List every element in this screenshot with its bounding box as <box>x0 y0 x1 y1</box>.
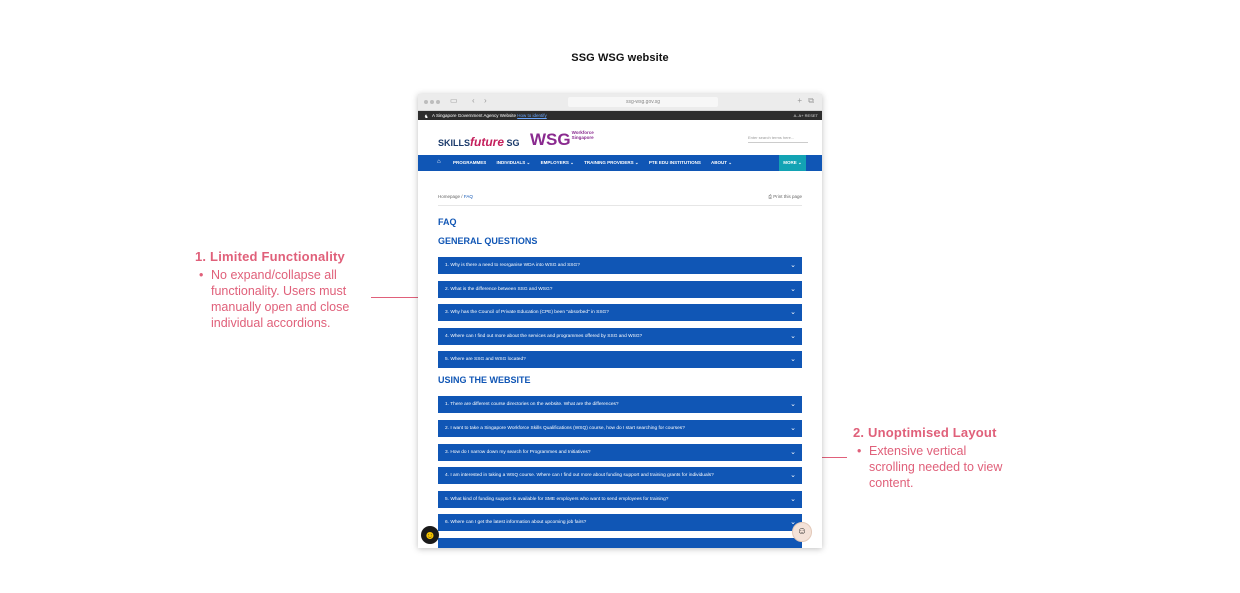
nav-item-about[interactable]: ABOUT ⌄ <box>711 160 732 165</box>
chevron-down-icon: ⌄ <box>790 356 796 364</box>
browser-chrome: ▭ ‹ › ssg-wsg.gov.sg + ⧉ <box>418 94 822 111</box>
accordion-item[interactable]: 5. Where are SSG and WSG located? ⌄ <box>438 351 802 369</box>
annotation-unoptimised-layout: 2. Unoptimised Layout Extensive vertical… <box>853 425 1003 491</box>
home-icon[interactable]: ⌂ <box>437 159 441 165</box>
breadcrumb-home[interactable]: Homepage <box>438 194 460 199</box>
accordion-item[interactable]: 5. What kind of funding support is avail… <box>438 490 802 508</box>
sidebar-icon[interactable]: ▭ <box>450 96 458 105</box>
chevron-down-icon: ⌄ <box>790 495 796 503</box>
new-tab-icon[interactable]: + <box>797 96 802 105</box>
accordion-item[interactable]: 1. There are different course directorie… <box>438 396 802 414</box>
address-bar[interactable]: ssg-wsg.gov.sg <box>568 97 718 107</box>
chevron-down-icon: ⌄ <box>790 285 796 293</box>
browser-window: ▭ ‹ › ssg-wsg.gov.sg + ⧉ ♞ A Singapore G… <box>418 94 822 548</box>
faq-heading: FAQ <box>438 217 457 227</box>
accordion-item[interactable]: 4. Where can I find out more about the s… <box>438 327 802 345</box>
chevron-down-icon: ⌄ <box>790 472 796 480</box>
chevron-down-icon: ⌄ <box>790 401 796 409</box>
annotation-heading: 1. Limited Functionality <box>195 249 345 264</box>
nav-item-pte-edu[interactable]: PTE EDU INSTITUTIONS <box>649 160 701 165</box>
faq-content: Homepage / FAQ ⎙ Print this page FAQ GEN… <box>438 194 802 548</box>
section-heading: GENERAL QUESTIONS <box>438 236 538 246</box>
window-close-dot[interactable] <box>424 100 428 104</box>
chevron-down-icon: ⌄ <box>790 448 796 456</box>
search-input[interactable]: Enter search terms here... <box>748 134 808 143</box>
annotation-limited-functionality: 1. Limited Functionality No expand/colla… <box>195 249 370 331</box>
chevron-down-icon: ⌄ <box>790 424 796 432</box>
nav-item-training-providers[interactable]: TRAINING PROVIDERS ⌄ <box>584 160 639 165</box>
accordion-item[interactable]: 4. I am interested in taking a WSQ cours… <box>438 467 802 485</box>
page-title: SSG WSG website <box>571 52 669 64</box>
font-size-tools[interactable]: A- A+ RESET <box>794 111 818 120</box>
how-to-identify-link[interactable]: How to identify <box>517 113 547 118</box>
tabs-icon[interactable]: ⧉ <box>808 96 814 106</box>
annotation-connector <box>371 297 419 298</box>
accordion-item[interactable] <box>438 537 802 548</box>
annotation-bullet: No expand/collapse all functionality. Us… <box>199 267 370 331</box>
forward-icon[interactable]: › <box>484 96 487 105</box>
window-minimize-dot[interactable] <box>430 100 434 104</box>
chevron-down-icon: ⌄ <box>790 332 796 340</box>
accordion-item[interactable]: 2. What is the difference between SSG an… <box>438 280 802 298</box>
printer-icon: ⎙ <box>768 194 772 199</box>
nav-item-programmes[interactable]: PROGRAMMES <box>453 160 486 165</box>
accordion-item[interactable]: 3. How do I narrow down my search for Pr… <box>438 443 802 461</box>
main-nav: ⌂ PROGRAMMES INDIVIDUALS ⌄ EMPLOYERS ⌄ T… <box>418 155 822 171</box>
chatbot-icon[interactable]: ☻ <box>421 526 439 544</box>
wsg-logo[interactable]: WSGWorkforce Singapore <box>530 130 594 150</box>
accordion-item[interactable]: 6. Where can I get the latest informatio… <box>438 514 802 532</box>
accordion-item[interactable]: 2. I want to take a Singapore Workforce … <box>438 419 802 437</box>
divider <box>438 205 802 206</box>
assistant-avatar-icon[interactable]: ☺ <box>792 522 812 542</box>
nav-more-button[interactable]: MORE ⌄ <box>779 155 806 171</box>
breadcrumb: Homepage / FAQ <box>438 194 473 199</box>
annotation-heading: 2. Unoptimised Layout <box>853 425 997 440</box>
gov-banner: ♞ A Singapore Government Agency Website … <box>418 111 822 120</box>
chevron-down-icon: ⌄ <box>790 309 796 317</box>
gov-banner-text: A Singapore Government Agency Website <box>432 113 516 118</box>
back-icon[interactable]: ‹ <box>472 96 475 105</box>
accordion-item[interactable]: 1. Why is there a need to reorganise WDA… <box>438 257 802 274</box>
breadcrumb-current: FAQ <box>463 194 473 199</box>
section-heading: USING THE WEBSITE <box>438 375 531 386</box>
chevron-down-icon: ⌄ <box>790 262 796 269</box>
print-link[interactable]: ⎙ Print this page <box>768 194 802 199</box>
window-zoom-dot[interactable] <box>436 100 440 104</box>
accordion-item[interactable]: 3. Why has the Council of Private Educat… <box>438 304 802 322</box>
nav-item-employers[interactable]: EMPLOYERS ⌄ <box>541 160 574 165</box>
skillsfuture-logo[interactable]: SKILLSfuture SG <box>438 135 520 149</box>
site-header: SKILLSfuture SG WSGWorkforce Singapore E… <box>418 120 822 155</box>
annotation-bullet: Extensive vertical scrolling needed to v… <box>857 443 1003 491</box>
nav-item-individuals[interactable]: INDIVIDUALS ⌄ <box>497 160 531 165</box>
